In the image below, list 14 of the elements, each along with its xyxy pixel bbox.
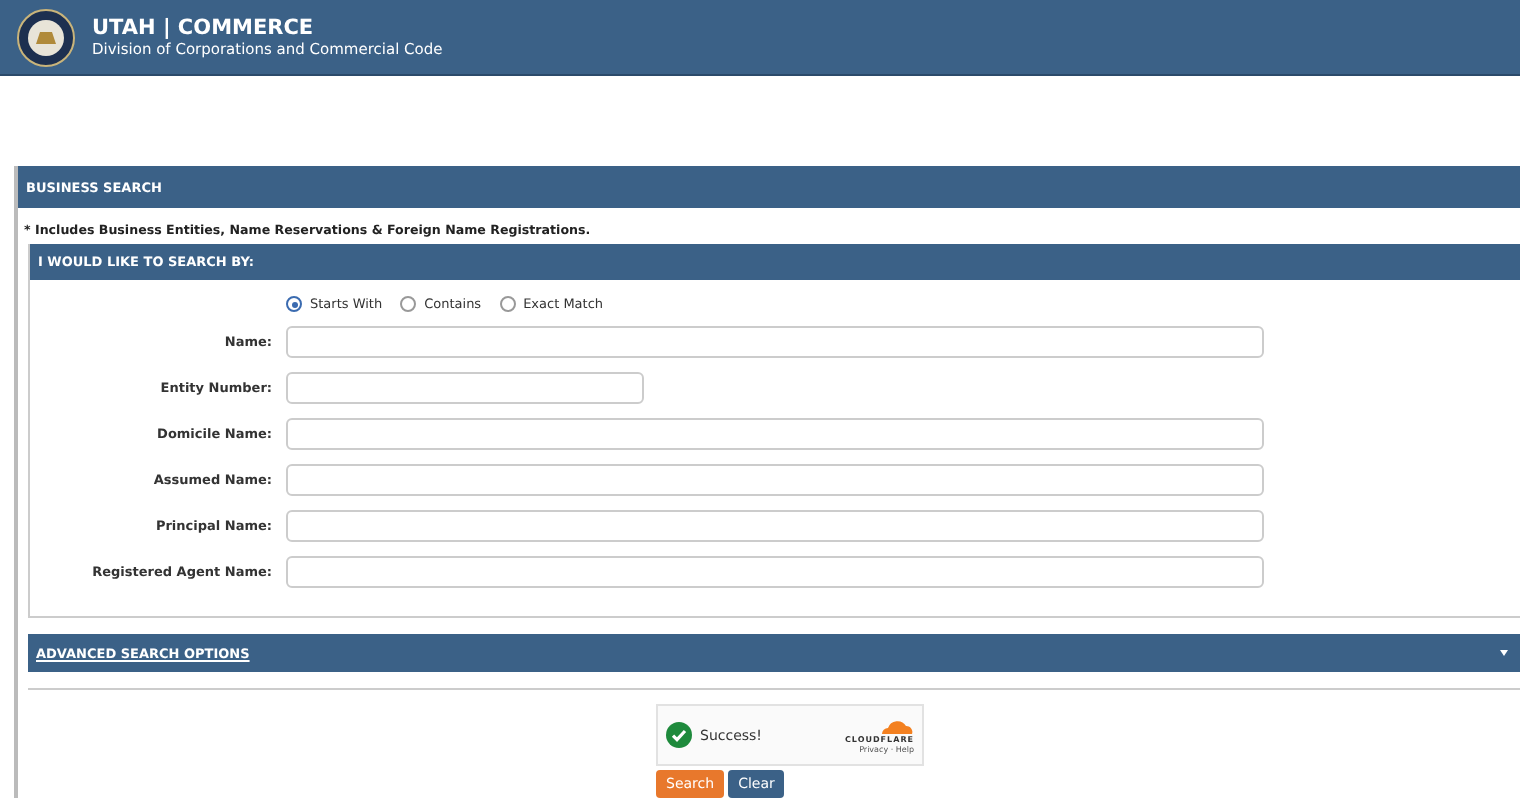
text-field[interactable] xyxy=(286,464,1264,496)
check-icon xyxy=(666,722,692,748)
radio-icon[interactable] xyxy=(286,296,302,312)
text-field[interactable] xyxy=(286,326,1264,358)
text-field[interactable] xyxy=(286,418,1264,450)
text-field[interactable] xyxy=(286,510,1264,542)
radio-icon[interactable] xyxy=(499,296,516,312)
radio-icon[interactable] xyxy=(400,296,417,312)
text-field[interactable] xyxy=(286,372,644,404)
text-field[interactable] xyxy=(286,556,1264,588)
seal-icon xyxy=(16,7,76,67)
caret-icon[interactable] xyxy=(1500,650,1508,656)
cloud-icon xyxy=(878,717,914,733)
site-title: UTAH | COMMERCE xyxy=(92,16,316,40)
